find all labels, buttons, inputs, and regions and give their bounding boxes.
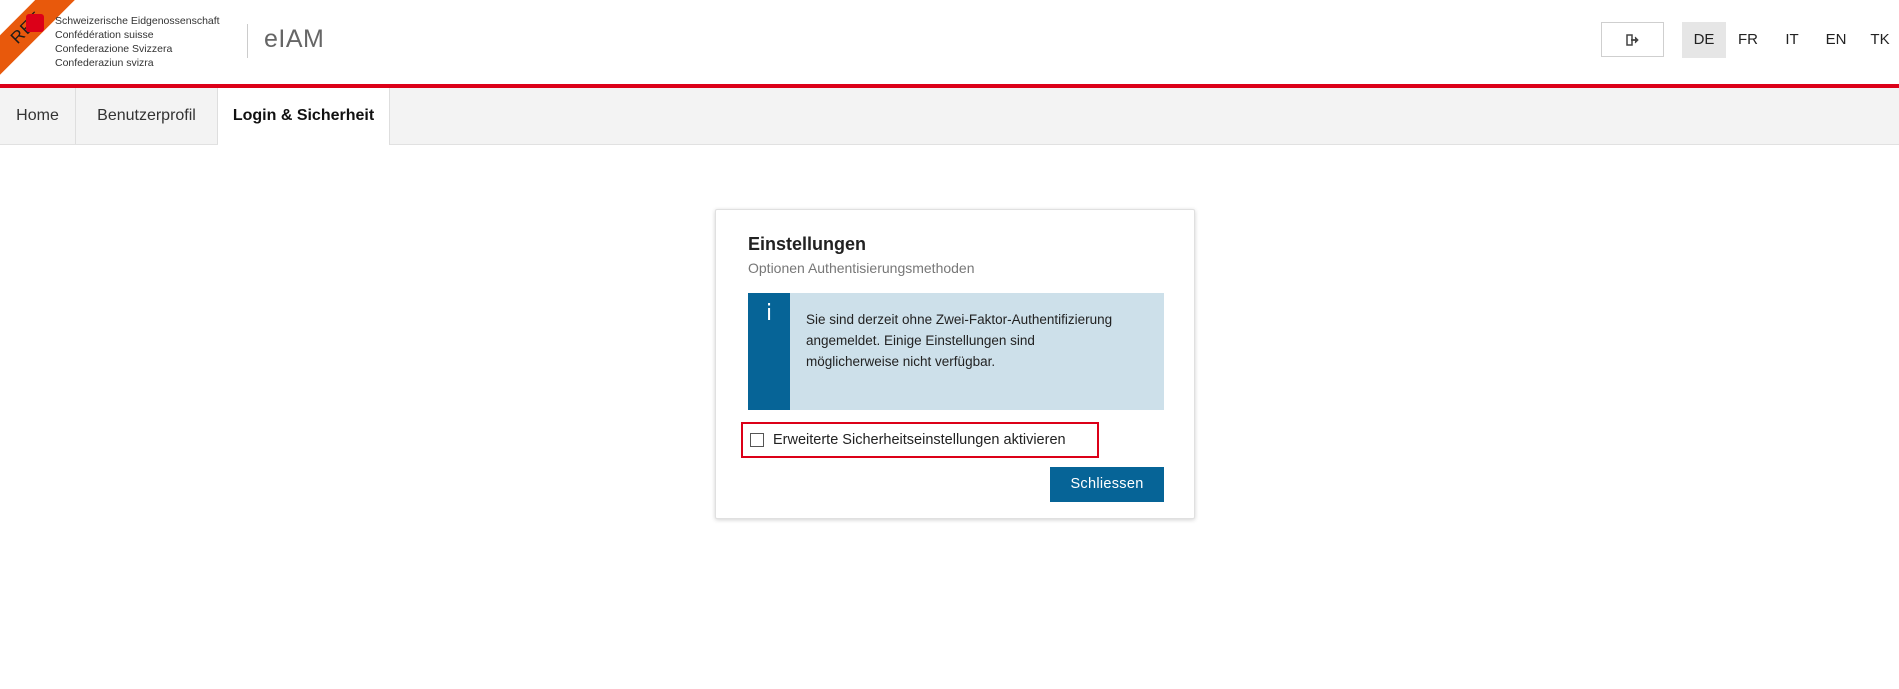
tab-login-sicherheit[interactable]: Login & Sicherheit	[218, 88, 390, 145]
info-icon: i	[748, 293, 790, 410]
sign-out-icon	[1625, 33, 1639, 46]
dialog-subtitle: Optionen Authentisierungsmethoden	[748, 260, 975, 276]
logout-button[interactable]	[1601, 22, 1664, 57]
advanced-security-checkbox[interactable]	[750, 433, 764, 447]
lang-tk[interactable]: TK	[1858, 22, 1899, 58]
coat-line-fr: Confédération suisse	[55, 29, 154, 41]
language-switcher: DE FR IT EN TK	[1682, 22, 1899, 58]
lang-de[interactable]: DE	[1682, 22, 1726, 58]
advanced-security-option[interactable]: Erweiterte Sicherheitseinstellungen akti…	[741, 422, 1099, 458]
info-alert: i Sie sind derzeit ohne Zwei-Faktor-Auth…	[748, 293, 1164, 410]
close-button[interactable]: Schliessen	[1050, 467, 1164, 502]
settings-dialog: Einstellungen Optionen Authentisierungsm…	[715, 209, 1195, 519]
main-navigation: Home Benutzerprofil Login & Sicherheit	[0, 88, 1899, 145]
coat-line-it: Confederazione Svizzera	[55, 43, 173, 55]
info-message: Sie sind derzeit ohne Zwei-Faktor-Authen…	[806, 312, 1113, 369]
header: REF Schweizerische Eidgenossenschaft Con…	[0, 0, 1899, 84]
header-divider	[247, 24, 248, 58]
coat-line-rm: Confederaziun svizra	[55, 57, 154, 69]
dialog-title: Einstellungen	[748, 234, 867, 254]
lang-en[interactable]: EN	[1814, 22, 1858, 58]
tab-home[interactable]: Home	[0, 88, 76, 144]
confederation-name: Schweizerische Eidgenossenschaft Confédé…	[55, 14, 220, 70]
tab-benutzerprofil[interactable]: Benutzerprofil	[76, 88, 218, 144]
app-brand[interactable]: eIAM	[264, 25, 324, 54]
lang-it[interactable]: IT	[1770, 22, 1814, 58]
lang-fr[interactable]: FR	[1726, 22, 1770, 58]
coat-line-de: Schweizerische Eidgenossenschaft	[55, 15, 220, 27]
advanced-security-label[interactable]: Erweiterte Sicherheitseinstellungen akti…	[773, 432, 1066, 448]
swiss-flag-logo	[26, 14, 44, 32]
